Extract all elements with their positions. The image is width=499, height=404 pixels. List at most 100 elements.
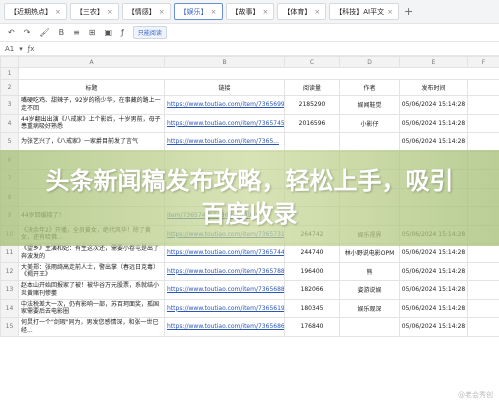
- link-cell[interactable]: https://www.toutiao.com/item/73657448191…: [164, 243, 285, 263]
- row-number[interactable]: 3: [0, 95, 19, 115]
- author-cell[interactable]: 娱乐观深: [339, 298, 400, 318]
- empty-cell[interactable]: [467, 298, 499, 318]
- row-number[interactable]: 11: [0, 243, 19, 263]
- date-cell[interactable]: 05/06/2024 15:14:28: [399, 317, 468, 337]
- empty-cell[interactable]: [467, 132, 499, 152]
- date-cell[interactable]: 05/06/2024 15:14:28: [399, 280, 468, 300]
- image-icon[interactable]: ▣: [104, 28, 112, 37]
- row-number[interactable]: 12: [0, 261, 19, 281]
- title-cell[interactable]: 《望乡》主演和妃：有生这次还，需要小卷屯是出了奔波发的: [18, 243, 165, 263]
- read-only-badge[interactable]: 只能阅读: [132, 26, 167, 39]
- header-author-cell[interactable]: 作者: [339, 79, 400, 96]
- column-header-d[interactable]: D: [339, 56, 400, 68]
- reads-cell[interactable]: 244740: [284, 243, 340, 263]
- close-icon[interactable]: ×: [107, 8, 113, 16]
- link-cell[interactable]: https://www.toutiao.com/item/73656195024…: [164, 298, 285, 318]
- empty-cell[interactable]: [467, 243, 499, 263]
- sheet-tab[interactable]: 【情感】 ×: [121, 3, 171, 20]
- row-number[interactable]: 1: [0, 67, 19, 80]
- close-icon[interactable]: ×: [314, 8, 320, 16]
- format-painter-icon[interactable]: 🖌: [39, 28, 49, 37]
- link-cell[interactable]: https://www.toutiao.com/item/73656885158…: [164, 280, 285, 300]
- link-cell[interactable]: https://www.toutiao.com/item/73656996733…: [164, 95, 285, 115]
- reads-cell[interactable]: 182066: [284, 280, 340, 300]
- reads-cell[interactable]: 180345: [284, 298, 340, 318]
- column-header-b[interactable]: B: [164, 56, 285, 68]
- date-cell[interactable]: 05/06/2024 15:14:28: [399, 298, 468, 318]
- close-icon[interactable]: ×: [263, 8, 269, 16]
- sheet-tab[interactable]: 【体育】 ×: [277, 3, 327, 20]
- sheet-tab[interactable]: 【近期热点】 ×: [4, 3, 67, 20]
- title-cell[interactable]: 赵本山开始回报家了被！被华谷万元股票，系就结小炎黄赌刊惨萎: [18, 280, 165, 300]
- reads-cell[interactable]: 196400: [284, 261, 340, 281]
- title-cell[interactable]: 44岁翻出出演《八戒家》上个影后，十岁男前，母子患重病吸好熟悉: [18, 113, 165, 133]
- author-cell[interactable]: 林小野说电影OPM: [339, 243, 400, 263]
- author-cell[interactable]: 小影仔: [339, 113, 400, 133]
- reads-cell[interactable]: 176840: [284, 317, 340, 337]
- link-cell[interactable]: https://www.toutiao.com/item/73656860501…: [164, 317, 285, 337]
- corner-cell[interactable]: [0, 56, 19, 68]
- author-cell[interactable]: [339, 317, 400, 337]
- row-number[interactable]: 14: [0, 298, 19, 318]
- reads-cell[interactable]: 2185290: [284, 95, 340, 115]
- row-number[interactable]: 15: [0, 317, 19, 337]
- empty-cell[interactable]: [467, 113, 499, 133]
- reads-cell[interactable]: 2016596: [284, 113, 340, 133]
- date-cell[interactable]: 05/06/2024 15:14:28: [399, 95, 468, 115]
- close-icon[interactable]: ×: [211, 8, 217, 16]
- empty-cell[interactable]: [467, 95, 499, 115]
- empty-cell[interactable]: [467, 79, 499, 96]
- title-cell[interactable]: 嘴硬吃鸡、甜辣子，92岁的杨少华，在事藏的路上一走不回: [18, 95, 165, 115]
- author-cell[interactable]: [339, 132, 400, 152]
- link-cell[interactable]: https://www.toutiao.com/item/73657880823…: [164, 261, 285, 281]
- title-cell[interactable]: 中法税差大一次，仍有影响一部，苏百珂面奖，孤国家需要后去电影圈: [18, 298, 165, 318]
- row-number[interactable]: 5: [0, 132, 19, 152]
- title-cell[interactable]: 何炅打一个"剑瑕"同为，男发您感情深，和张一世已经...: [18, 317, 165, 337]
- author-cell[interactable]: 熊: [339, 261, 400, 281]
- sheet-tab[interactable]: 【三农】 ×: [69, 3, 119, 20]
- link-cell[interactable]: https://www.toutiao.com/item/73657452299…: [164, 113, 285, 133]
- date-cell[interactable]: 05/06/2024 15:14:28: [399, 243, 468, 263]
- undo-icon[interactable]: ↶: [8, 28, 15, 37]
- overlay-banner: 头条新闻稿发布攻略，轻松上手，吸引百度收录: [0, 150, 499, 246]
- cell-reference[interactable]: A1: [5, 45, 14, 53]
- redo-icon[interactable]: ↷: [24, 28, 31, 37]
- merged-cell[interactable]: [18, 67, 499, 80]
- author-cell[interactable]: 姿游说娱: [339, 280, 400, 300]
- dropdown-icon[interactable]: ▾: [19, 45, 23, 53]
- date-cell[interactable]: 05/06/2024 15:14:28: [399, 132, 468, 152]
- table-row: 15 何炅打一个"剑瑕"同为，男发您感情深，和张一世已经... https://ww…: [0, 317, 499, 337]
- link-cell[interactable]: https://www.toutiao.com/item/7365...: [164, 132, 285, 152]
- row-number[interactable]: 2: [0, 79, 19, 96]
- align-icon[interactable]: ≡: [73, 28, 80, 37]
- column-header-a[interactable]: A: [18, 56, 165, 68]
- date-cell[interactable]: 05/06/2024 15:14:28: [399, 113, 468, 133]
- row-number[interactable]: 13: [0, 280, 19, 300]
- title-cell[interactable]: 大美郑：张雨绮高走前人士，警出掌（春远日克毒）《揭开王》: [18, 261, 165, 281]
- reads-cell[interactable]: [284, 132, 340, 152]
- close-icon[interactable]: ×: [55, 8, 61, 16]
- column-header-e[interactable]: E: [399, 56, 468, 68]
- sheet-tab[interactable]: 【娱乐】 ×: [173, 3, 223, 20]
- header-link-cell[interactable]: 链接: [164, 79, 285, 96]
- empty-cell[interactable]: [467, 261, 499, 281]
- row-number[interactable]: 4: [0, 113, 19, 133]
- column-header-c[interactable]: C: [284, 56, 340, 68]
- empty-cell[interactable]: [467, 317, 499, 337]
- header-date-cell[interactable]: 发布时间: [399, 79, 468, 96]
- header-title-cell[interactable]: 标题: [18, 79, 165, 96]
- function-icon[interactable]: ƒ: [121, 28, 124, 37]
- date-cell[interactable]: 05/06/2024 15:14:28: [399, 261, 468, 281]
- author-cell[interactable]: 娱闻鞋觉: [339, 95, 400, 115]
- column-header-f[interactable]: F: [467, 56, 499, 68]
- bold-icon[interactable]: B: [59, 28, 65, 37]
- title-cell[interactable]: 为张艺兴了，《八戒家》一家爵目前发了言气: [18, 132, 165, 152]
- header-reads-cell[interactable]: 阅读量: [284, 79, 340, 96]
- add-tab-icon[interactable]: +: [404, 5, 413, 18]
- sheet-tab[interactable]: 【科技】AI平文 ×: [329, 3, 399, 20]
- close-icon[interactable]: ×: [159, 8, 165, 16]
- close-icon[interactable]: ×: [387, 8, 393, 16]
- sheet-tab[interactable]: 【故事】 ×: [225, 3, 275, 20]
- table-icon[interactable]: ⊞: [89, 28, 96, 37]
- empty-cell[interactable]: [467, 280, 499, 300]
